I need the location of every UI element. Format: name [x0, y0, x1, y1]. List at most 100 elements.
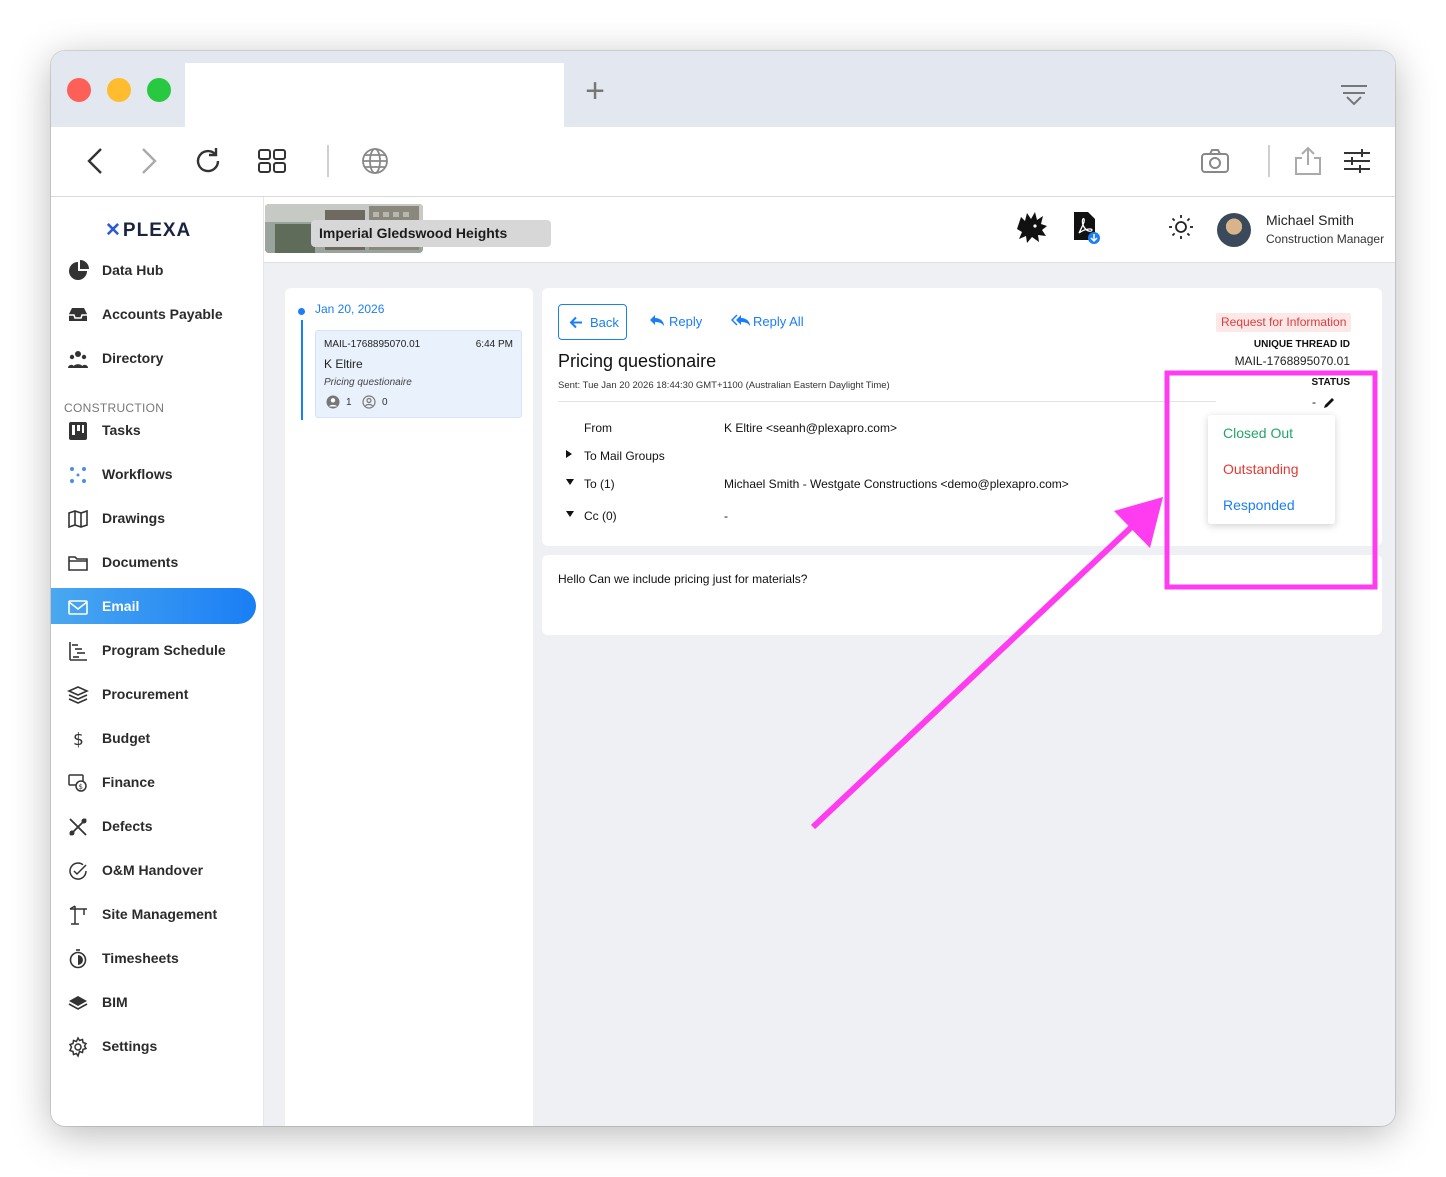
sidebar-item-tasks[interactable]: Tasks	[51, 412, 264, 448]
sidebar-item-label: Workflows	[102, 466, 173, 482]
plus-icon[interactable]: +	[581, 74, 609, 108]
minimize-window-button[interactable]	[107, 78, 131, 102]
toolbar-divider	[327, 145, 329, 177]
sidebar-item-site-management[interactable]: Site Management	[51, 896, 264, 932]
list-item[interactable]: MAIL-1768895070.01 6:44 PM K Eltire Pric…	[315, 330, 522, 418]
recipient-count: 1	[346, 397, 352, 408]
sidebar-item-label: Directory	[102, 350, 164, 366]
mail-subject: Pricing questionaire	[324, 377, 412, 388]
browser-tab[interactable]	[185, 63, 564, 127]
sidebar-item-timesheets[interactable]: Timesheets	[51, 940, 264, 976]
sidebar-item-oandm-handover[interactable]: O&M Handover	[51, 852, 264, 888]
globe-icon[interactable]	[359, 145, 391, 177]
sidebar-item-bim[interactable]: BIM	[51, 984, 264, 1020]
gear-icon	[67, 1036, 89, 1058]
lion-logo-icon[interactable]	[1013, 209, 1049, 245]
project-name[interactable]: Imperial Gledswood Heights	[319, 225, 507, 241]
to-details: - Westgate Constructions <demo@plexapro.…	[799, 477, 1069, 491]
sidebar-item-workflows[interactable]: Workflows	[51, 456, 264, 492]
pencil-icon[interactable]	[1322, 396, 1336, 410]
tabs-grid-icon[interactable]	[256, 145, 288, 177]
sidebar-item-drawings[interactable]: Drawings	[51, 500, 264, 536]
timeline-line	[301, 320, 303, 420]
sidebar-item-documents[interactable]: Documents	[51, 544, 264, 580]
status-option-responded[interactable]: Responded	[1223, 497, 1295, 513]
share-icon[interactable]	[1292, 145, 1324, 177]
tools-icon	[67, 816, 89, 838]
logo-text: PLEXA	[122, 220, 192, 241]
dollar-icon: $	[67, 728, 89, 750]
sidebar-item-settings[interactable]: Settings	[51, 1028, 264, 1064]
to-name: Michael Smith	[724, 477, 800, 491]
reply-all-icon[interactable]	[731, 314, 751, 327]
email-body-card: Hello Can we include pricing just for ma…	[542, 555, 1382, 635]
map-icon	[67, 508, 89, 530]
sidebar-item-label: Data Hub	[102, 262, 164, 278]
sidebar: ✕PLEXA Data Hub Accounts Payable Directory…	[51, 197, 264, 1126]
sidebar-item-label: O&M Handover	[102, 862, 204, 878]
sidebar-item-label: Timesheets	[102, 950, 179, 966]
main-content: Imperial Gledswood Heights Michael Smith…	[264, 197, 1395, 1126]
back-arrow-icon[interactable]	[81, 145, 113, 177]
avatar[interactable]	[1217, 213, 1251, 247]
to-mail-groups-toggle[interactable]: To Mail Groups	[584, 449, 665, 463]
sidebar-item-defects[interactable]: Defects	[51, 808, 264, 844]
forward-arrow-icon[interactable]	[131, 145, 163, 177]
crane-icon	[67, 904, 89, 926]
collapse-caret-icon[interactable]	[566, 511, 574, 517]
sidebar-item-data-hub[interactable]: Data Hub	[51, 252, 264, 288]
camera-icon[interactable]	[1199, 145, 1231, 177]
sidebar-item-label: Settings	[102, 1038, 158, 1054]
status-badge: Request for Information	[1216, 313, 1352, 332]
cc-toggle[interactable]: Cc (0)	[584, 509, 617, 523]
reply-icon[interactable]	[649, 314, 665, 327]
collapse-caret-icon[interactable]	[566, 479, 574, 485]
sidebar-item-label: Drawings	[102, 510, 166, 526]
user-name[interactable]: Michael Smith	[1266, 212, 1354, 228]
to-toggle[interactable]: To (1)	[584, 477, 615, 491]
person-icon	[326, 395, 340, 409]
sliders-icon[interactable]	[1341, 145, 1373, 177]
reload-icon[interactable]	[192, 145, 224, 177]
close-window-button[interactable]	[67, 78, 91, 102]
kanban-icon	[67, 420, 89, 442]
brightness-icon[interactable]	[1163, 209, 1199, 245]
sidebar-item-label: Program Schedule	[102, 642, 226, 658]
reply-all-button[interactable]: Reply All	[753, 314, 804, 329]
tab-overview-icon[interactable]	[1339, 83, 1369, 109]
sidebar-item-directory[interactable]: Directory	[51, 340, 264, 376]
sidebar-item-label: Documents	[102, 554, 179, 570]
status-option-outstanding[interactable]: Outstanding	[1223, 461, 1299, 477]
from-email: <seanh@plexapro.com>	[766, 421, 897, 435]
sidebar-item-budget[interactable]: $ Budget	[51, 720, 264, 756]
folder-icon	[67, 552, 89, 574]
sidebar-item-accounts-payable[interactable]: Accounts Payable	[51, 296, 264, 332]
top-bar: Imperial Gledswood Heights Michael Smith…	[264, 197, 1395, 263]
reply-button[interactable]: Reply	[669, 314, 702, 329]
sidebar-item-procurement[interactable]: Procurement	[51, 676, 264, 712]
status-option-closed-out[interactable]: Closed Out	[1223, 425, 1293, 441]
from-value: K Eltire <seanh@plexapro.com>	[724, 421, 897, 435]
plexa-logo[interactable]: ✕PLEXA	[105, 219, 191, 242]
back-button[interactable]: Back	[558, 304, 627, 340]
to-value: Michael Smith - Westgate Constructions <…	[724, 477, 1069, 491]
section-label-construction: CONSTRUCTION	[64, 401, 165, 415]
cc-value: -	[724, 509, 728, 523]
title-bar: +	[51, 51, 1395, 127]
people-icon	[67, 348, 89, 370]
sidebar-item-finance[interactable]: $ Finance	[51, 764, 264, 800]
arrow-left-icon	[569, 316, 582, 329]
sidebar-item-email[interactable]: Email	[51, 588, 256, 624]
thread-id-value: MAIL-1768895070.01	[1234, 354, 1350, 368]
sidebar-item-program-schedule[interactable]: Program Schedule	[51, 632, 264, 668]
pdf-download-icon[interactable]	[1067, 209, 1103, 245]
sidebar-item-label: Finance	[102, 774, 155, 790]
layers-icon	[67, 684, 89, 706]
sidebar-item-label: Tasks	[102, 422, 141, 438]
zoom-window-button[interactable]	[147, 78, 171, 102]
bim-icon	[67, 992, 89, 1014]
check-circle-icon	[67, 860, 89, 882]
stopwatch-icon	[67, 948, 89, 970]
expand-caret-icon[interactable]	[566, 450, 572, 458]
finance-icon: $	[67, 772, 89, 794]
